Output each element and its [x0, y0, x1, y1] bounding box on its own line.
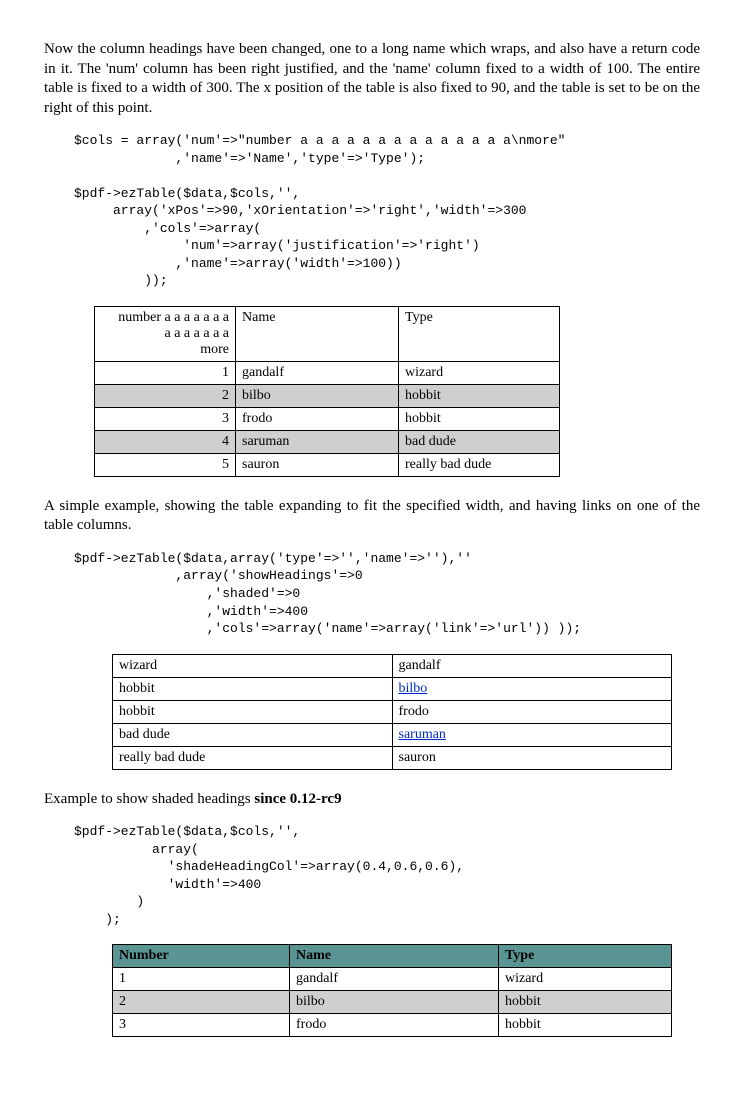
cell-number: 2 — [113, 991, 290, 1014]
example-table-3: Number Name Type 1gandalfwizard2bilbohob… — [112, 944, 672, 1037]
table-row: hobbit bilbo — [113, 677, 672, 700]
cell-type: really bad dude — [113, 746, 393, 769]
paragraph-3: Example to show shaded headings since 0.… — [44, 790, 700, 810]
table-row: 4sarumanbad dude — [95, 430, 560, 453]
cell-type: wizard — [399, 361, 560, 384]
col-head-name: Name — [236, 306, 399, 361]
table-row: 2bilbohobbit — [113, 991, 672, 1014]
name-link[interactable]: saruman — [399, 727, 446, 742]
cell-name: frodo — [236, 407, 399, 430]
cell-type: wizard — [499, 968, 672, 991]
cell-num: 5 — [95, 453, 236, 476]
cell-name: gandalf — [236, 361, 399, 384]
cell-name: saruman — [236, 430, 399, 453]
cell-name: frodo — [290, 1014, 499, 1037]
cell-name: sauron — [236, 453, 399, 476]
cell-num: 1 — [95, 361, 236, 384]
cell-name: bilbo — [236, 384, 399, 407]
table-row: bad dude saruman — [113, 723, 672, 746]
col-head-type: Type — [399, 306, 560, 361]
cell-type: hobbit — [499, 991, 672, 1014]
cell-name: gandalf — [290, 968, 499, 991]
col-head-num: number a a a a a a a a a a a a a a more — [95, 306, 236, 361]
table-row: 5sauronreally bad dude — [95, 453, 560, 476]
cell-name: bilbo — [290, 991, 499, 1014]
paragraph-2: A simple example, showing the table expa… — [44, 497, 700, 536]
table-row: 3frodohobbit — [113, 1014, 672, 1037]
table-row: hobbitfrodo — [113, 700, 672, 723]
cell-name: sauron — [392, 746, 672, 769]
cell-number: 3 — [113, 1014, 290, 1037]
col-head-number: Number — [113, 945, 290, 968]
table-row: really bad dudesauron — [113, 746, 672, 769]
cell-name: frodo — [392, 700, 672, 723]
cell-type: hobbit — [399, 384, 560, 407]
cell-name: bilbo — [392, 677, 672, 700]
cell-type: really bad dude — [399, 453, 560, 476]
cell-type: hobbit — [113, 700, 393, 723]
table-1-header-row: number a a a a a a a a a a a a a a more … — [95, 306, 560, 361]
col-head-type: Type — [499, 945, 672, 968]
example-table-2: wizardgandalfhobbitbilbohobbitfrodobad d… — [112, 654, 672, 770]
cell-num: 2 — [95, 384, 236, 407]
cell-type: bad dude — [399, 430, 560, 453]
table-row: 1gandalfwizard — [113, 968, 672, 991]
cell-name: saruman — [392, 723, 672, 746]
table-2-wrap: wizardgandalfhobbitbilbohobbitfrodobad d… — [112, 654, 700, 770]
table-row: wizardgandalf — [113, 654, 672, 677]
table-1-wrap: number a a a a a a a a a a a a a a more … — [94, 306, 700, 477]
since-version: since 0.12-rc9 — [254, 791, 341, 807]
code-block-3: $pdf->ezTable($data,$cols,'', array( 'sh… — [74, 823, 700, 928]
cell-name: gandalf — [392, 654, 672, 677]
paragraph-3-text: Example to show shaded headings — [44, 791, 254, 807]
cell-type: hobbit — [399, 407, 560, 430]
code-block-1: $cols = array('num'=>"number a a a a a a… — [74, 132, 700, 290]
cell-num: 3 — [95, 407, 236, 430]
cell-type: hobbit — [499, 1014, 672, 1037]
table-3-wrap: Number Name Type 1gandalfwizard2bilbohob… — [112, 944, 700, 1037]
name-link[interactable]: bilbo — [399, 681, 428, 696]
cell-type: wizard — [113, 654, 393, 677]
table-row: 2bilbohobbit — [95, 384, 560, 407]
cell-type: hobbit — [113, 677, 393, 700]
table-3-header-row: Number Name Type — [113, 945, 672, 968]
code-block-2: $pdf->ezTable($data,array('type'=>'','na… — [74, 550, 700, 638]
example-table-1: number a a a a a a a a a a a a a a more … — [94, 306, 560, 477]
table-row: 1gandalfwizard — [95, 361, 560, 384]
cell-num: 4 — [95, 430, 236, 453]
col-head-name: Name — [290, 945, 499, 968]
cell-number: 1 — [113, 968, 290, 991]
cell-type: bad dude — [113, 723, 393, 746]
paragraph-1: Now the column headings have been change… — [44, 40, 700, 118]
table-row: 3frodohobbit — [95, 407, 560, 430]
